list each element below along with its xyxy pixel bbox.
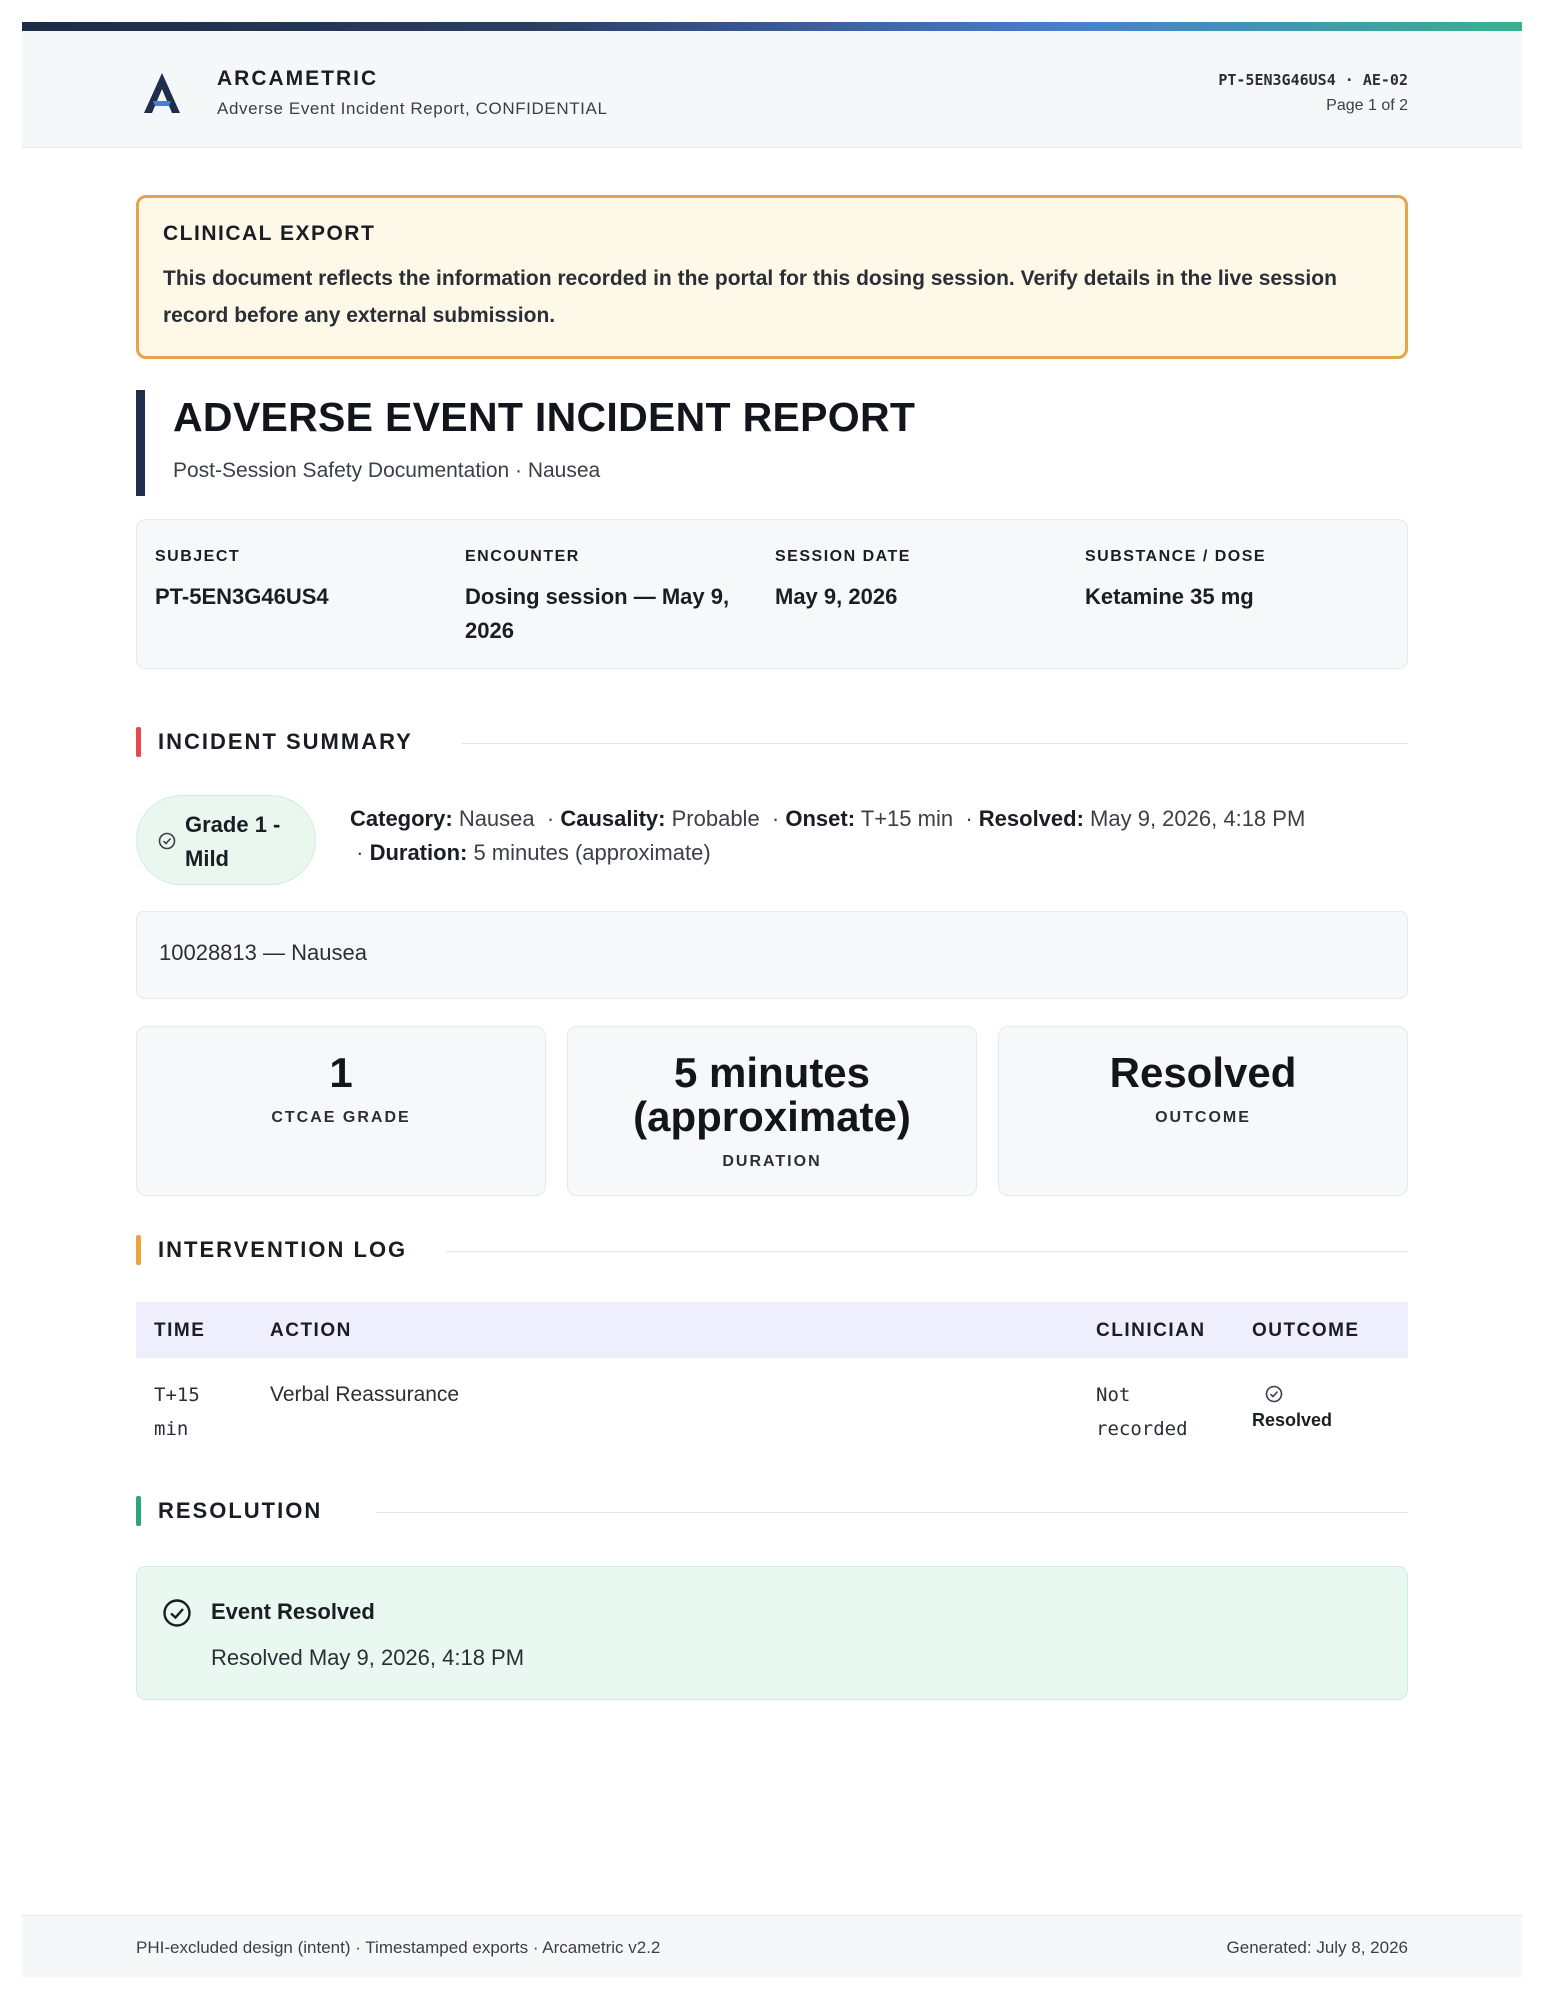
intervention-table: TIME ACTION CLINICIAN OUTCOME T+15 min V… (136, 1302, 1408, 1470)
section-title: INTERVENTION LOG (158, 1237, 408, 1262)
cell-action: Verbal Reassurance (270, 1383, 460, 1406)
brand-subtitle: Adverse Event Incident Report, CONFIDENT… (217, 99, 608, 118)
column-header-action: ACTION (270, 1320, 352, 1341)
grade-badge-label: Grade 1 - Mild (185, 812, 281, 871)
duration-label: Duration: (369, 840, 468, 865)
stat-value: 5 minutes (approximate) (633, 1049, 911, 1140)
cell-outcome: Resolved (1252, 1378, 1362, 1431)
section-intervention-log: INTERVENTION LOG (136, 1235, 1408, 1265)
cell-time: T+15 min (154, 1384, 200, 1440)
check-circle-icon (158, 832, 176, 850)
meta-subject: SUBJECT PT-5EN3G46US4 (155, 548, 455, 614)
meta-session-date: SESSION DATE May 9, 2026 (775, 548, 1075, 614)
brand-name: ARCAMETRIC (217, 67, 379, 90)
meddra-code: 10028813 — Nausea (136, 911, 1408, 999)
outcome-label: Resolved (1252, 1410, 1333, 1430)
stat-ctcae-grade: 1 CTCAE GRADE (136, 1026, 546, 1196)
meta-encounter: ENCOUNTER Dosing session — May 9, 2026 (465, 548, 765, 648)
table-row: T+15 min Verbal Reassurance Not recorded… (136, 1358, 1408, 1470)
meta-label: SUBJECT (155, 548, 241, 565)
resolution-card: Event Resolved Resolved May 9, 2026, 4:1… (136, 1566, 1408, 1700)
page-subtitle: Post-Session Safety Documentation · Naus… (173, 459, 601, 482)
report-page: ARCAMETRIC Adverse Event Incident Report… (22, 22, 1522, 1977)
meta-value: Ketamine 35 mg (1085, 584, 1254, 609)
stat-value: 1 (329, 1049, 353, 1096)
stat-label: OUTCOME (1155, 1109, 1251, 1126)
meta-value: PT-5EN3G46US4 (155, 584, 329, 609)
stat-duration: 5 minutes (approximate) DURATION (567, 1026, 977, 1196)
notice-body: This document reflects the information r… (163, 267, 1337, 327)
section-marker (136, 727, 141, 757)
footer-generated-date: Generated: July 8, 2026 (1226, 1938, 1408, 1957)
section-title: RESOLUTION (158, 1498, 323, 1523)
category-value: Nausea (458, 806, 535, 831)
footer-left: PHI-excluded design (intent) · Timestamp… (136, 1938, 661, 1957)
page-header: ARCAMETRIC Adverse Event Incident Report… (22, 31, 1522, 148)
meta-label: ENCOUNTER (465, 548, 580, 565)
check-circle-icon (163, 1599, 191, 1627)
section-divider (446, 1251, 1408, 1252)
page-footer: PHI-excluded design (intent) · Timestamp… (22, 1915, 1522, 1977)
resolution-title: Event Resolved (211, 1599, 375, 1624)
meta-value: May 9, 2026 (775, 584, 898, 609)
meta-label: SUBSTANCE / DOSE (1085, 548, 1267, 565)
session-meta-card: SUBJECT PT-5EN3G46US4 ENCOUNTER Dosing s… (136, 519, 1408, 669)
page-number: Page 1 of 2 (1326, 97, 1408, 114)
meta-substance-dose: SUBSTANCE / DOSE Ketamine 35 mg (1085, 548, 1385, 614)
stat-label: DURATION (722, 1153, 822, 1170)
section-marker (136, 1496, 141, 1526)
column-header-time: TIME (154, 1320, 206, 1341)
column-header-outcome: OUTCOME (1252, 1320, 1360, 1341)
section-marker (136, 1235, 141, 1265)
section-title: INCIDENT SUMMARY (158, 729, 413, 754)
incident-summary-details: Category: Nausea · Causality: Probable ·… (350, 806, 1306, 865)
notice-title: CLINICAL EXPORT (163, 222, 376, 245)
section-divider (462, 743, 1408, 744)
causality-label: Causality: (560, 806, 666, 831)
accent-bar (22, 22, 1522, 31)
resolved-label: Resolved: (978, 806, 1084, 831)
clinical-export-notice: CLINICAL EXPORT This document reflects t… (136, 195, 1408, 359)
document-id: PT-5EN3G46US4 · AE-02 (1218, 71, 1408, 89)
category-label: Category: (350, 806, 453, 831)
stat-value: Resolved (1109, 1049, 1297, 1096)
causality-value: Probable (671, 806, 760, 831)
check-circle-icon (1265, 1385, 1283, 1403)
resolution-body: Resolved May 9, 2026, 4:18 PM (211, 1645, 525, 1670)
section-resolution: RESOLUTION (136, 1496, 1408, 1526)
arcametric-logo-icon (144, 73, 180, 113)
grade-badge: Grade 1 - Mild (136, 795, 316, 885)
column-header-clinician: CLINICIAN (1096, 1320, 1206, 1341)
duration-value: 5 minutes (approximate) (473, 840, 711, 865)
meta-label: SESSION DATE (775, 548, 911, 565)
stat-label: CTCAE GRADE (271, 1109, 411, 1126)
stat-outcome: Resolved OUTCOME (998, 1026, 1408, 1196)
cell-clinician: Not recorded (1096, 1384, 1188, 1440)
onset-label: Onset: (785, 806, 856, 831)
section-divider (376, 1512, 1408, 1513)
table-header: TIME ACTION CLINICIAN OUTCOME (136, 1302, 1408, 1358)
section-incident-summary: INCIDENT SUMMARY (136, 727, 1408, 757)
meta-value: Dosing session — May 9, 2026 (465, 584, 730, 643)
page-title: ADVERSE EVENT INCIDENT REPORT (173, 394, 916, 440)
report-title-block: ADVERSE EVENT INCIDENT REPORT Post-Sessi… (136, 390, 1408, 496)
resolved-value: May 9, 2026, 4:18 PM (1090, 806, 1306, 831)
onset-value: T+15 min (860, 806, 954, 831)
